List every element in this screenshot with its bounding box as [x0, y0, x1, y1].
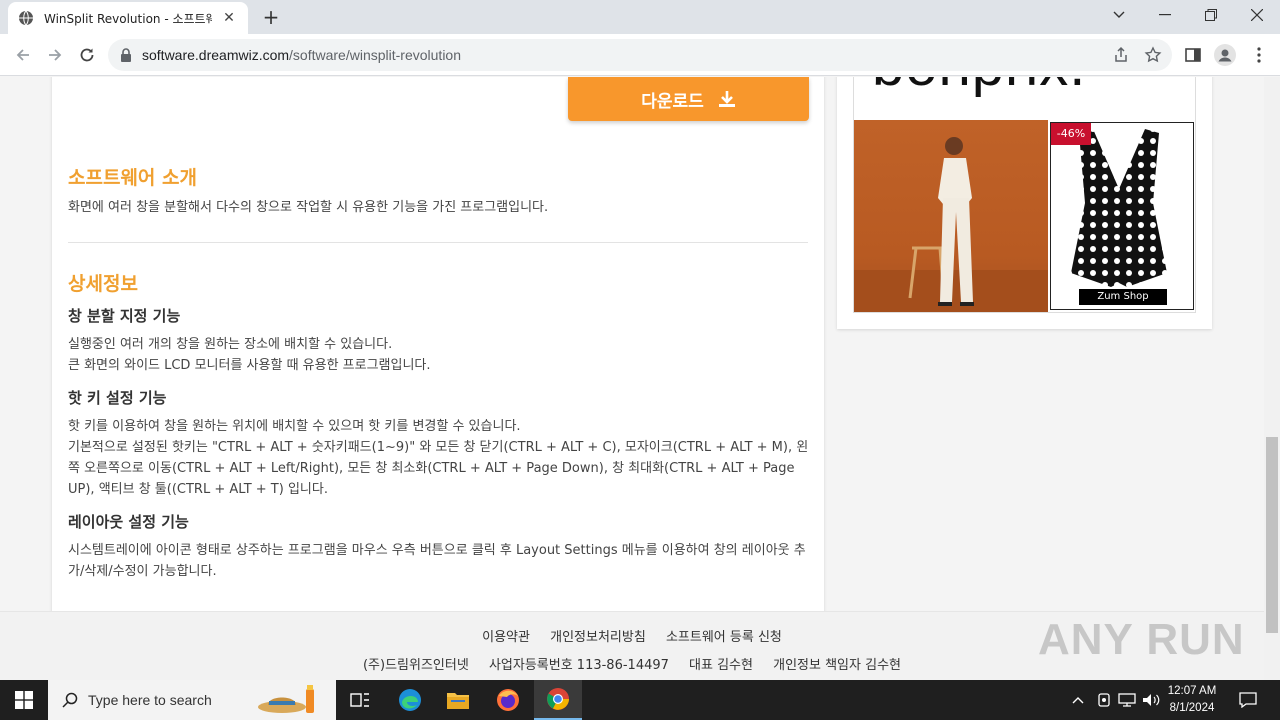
ad-product-image[interactable]: [854, 120, 1048, 312]
clock-time: 12:07 AM: [1167, 685, 1217, 697]
tray-device-icon[interactable]: [1094, 680, 1114, 720]
sidebar-icon[interactable]: [1182, 44, 1204, 66]
volume-icon[interactable]: [1140, 680, 1162, 720]
business-number: 사업자등록번호 113-86-14497: [488, 658, 669, 673]
details-title: 상세정보: [68, 273, 138, 295]
clock-date: 8/1/2024: [1169, 702, 1215, 714]
tab-strip: WinSplit Revolution - 소프트웨어 ✕ +: [0, 0, 1280, 34]
shop-button[interactable]: Zum Shop: [1079, 289, 1167, 305]
share-icon[interactable]: [1112, 46, 1130, 64]
chrome-icon[interactable]: [534, 680, 582, 720]
firefox-icon[interactable]: [484, 680, 532, 720]
taskbar-search[interactable]: Type here to search: [48, 680, 336, 720]
feature-title: 창 분할 지정 기능: [68, 307, 181, 325]
feature-title: 레이아웃 설정 기능: [68, 513, 189, 531]
browser-toolbar: software.dreamwiz.com/software/winsplit-…: [0, 34, 1280, 76]
back-icon[interactable]: [10, 42, 36, 68]
windows-icon[interactable]: [0, 680, 48, 720]
profile-icon[interactable]: [1214, 44, 1236, 66]
edge-icon[interactable]: [386, 680, 434, 720]
footer-link-privacy[interactable]: 개인정보처리방침: [550, 630, 646, 645]
divider: [68, 242, 808, 243]
ad-banner[interactable]: bonprix. -46% Zum Shop: [853, 77, 1196, 313]
close-window-icon[interactable]: [1234, 0, 1280, 30]
watermark: ANY RUN: [1038, 615, 1245, 664]
footer-link-terms[interactable]: 이용약관: [482, 630, 530, 645]
download-label: 다운로드: [641, 91, 704, 112]
footer-link-register[interactable]: 소프트웨어 등록 신청: [666, 630, 782, 645]
ceo-name: 대표 김수현: [689, 658, 753, 673]
taskbar-clock[interactable]: 12:07 AM 8/1/2024: [1160, 683, 1224, 717]
more-icon[interactable]: [1248, 44, 1270, 66]
address-bar[interactable]: software.dreamwiz.com/software/winsplit-…: [108, 39, 1172, 71]
search-icon: [62, 692, 78, 708]
browser-tab[interactable]: WinSplit Revolution - 소프트웨어 ✕: [8, 2, 248, 34]
forward-icon[interactable]: [42, 42, 68, 68]
ad-swimsuit-image[interactable]: -46% Zum Shop: [1050, 122, 1194, 310]
scrollbar[interactable]: [1264, 77, 1280, 680]
swimsuit-icon: [1071, 129, 1167, 287]
discount-badge: -46%: [1051, 123, 1091, 145]
chevron-up-icon[interactable]: [1068, 680, 1088, 720]
chevron-down-icon[interactable]: [1096, 0, 1142, 30]
star-icon[interactable]: [1144, 46, 1162, 64]
feature-text: 기본적으로 설정된 핫키는 "CTRL + ALT + 숫자키패드(1~9)" …: [68, 440, 809, 497]
company-name: (주)드림위즈인터넷: [362, 658, 469, 673]
globe-icon: [19, 10, 33, 26]
lock-icon[interactable]: [120, 48, 132, 62]
feature-text: 큰 화면의 와이드 LCD 모니터를 사용할 때 유용한 프로그램입니다.: [68, 358, 431, 373]
url-text: software.dreamwiz.com/software/winsplit-…: [142, 47, 462, 63]
ad-logo: bonprix.: [872, 77, 1086, 99]
scrollbar-thumb[interactable]: [1266, 437, 1278, 633]
reload-icon[interactable]: [74, 42, 100, 68]
download-icon: [718, 91, 735, 107]
download-button[interactable]: 다운로드: [568, 77, 809, 121]
tab-title: WinSplit Revolution - 소프트웨어: [44, 11, 212, 26]
page-viewport: 다운로드 소프트웨어 소개 화면에 여러 창을 분할해서 다수의 창으로 작업할…: [0, 77, 1280, 680]
sidebar-ad-card: bonprix. -46% Zum Shop: [837, 77, 1212, 329]
network-icon[interactable]: [1116, 680, 1138, 720]
plus-icon[interactable]: +: [258, 4, 284, 30]
notification-icon[interactable]: [1232, 680, 1264, 720]
feature-text: 시스템트레이에 아이콘 형태로 상주하는 프로그램을 마우스 우측 버튼으로 클…: [68, 543, 806, 579]
intro-text: 화면에 여러 창을 분할해서 다수의 창으로 작업할 시 유용한 기능을 가진 …: [68, 200, 549, 215]
privacy-officer: 개인정보 책임자 김수현: [773, 658, 901, 673]
minimize-icon[interactable]: [1142, 0, 1188, 30]
windows-taskbar: Type here to search 12:07 AM 8/1/2024: [0, 680, 1280, 720]
close-icon[interactable]: ✕: [220, 10, 238, 26]
beach-hat-icon: [257, 685, 314, 713]
maximize-icon[interactable]: [1188, 0, 1234, 30]
search-placeholder: Type here to search: [88, 692, 212, 708]
model-figure-icon: [854, 137, 1048, 312]
feature-title: 핫 키 설정 기능: [68, 389, 167, 407]
file-explorer-icon[interactable]: [434, 680, 482, 720]
task-view-icon[interactable]: [336, 680, 384, 720]
intro-title: 소프트웨어 소개: [68, 167, 197, 189]
feature-text: 핫 키를 이용하여 창을 원하는 위치에 배치할 수 있으며 핫 키를 변경할 …: [68, 419, 521, 434]
feature-text: 실행중인 여러 개의 창을 원하는 장소에 배치할 수 있습니다.: [68, 337, 393, 352]
